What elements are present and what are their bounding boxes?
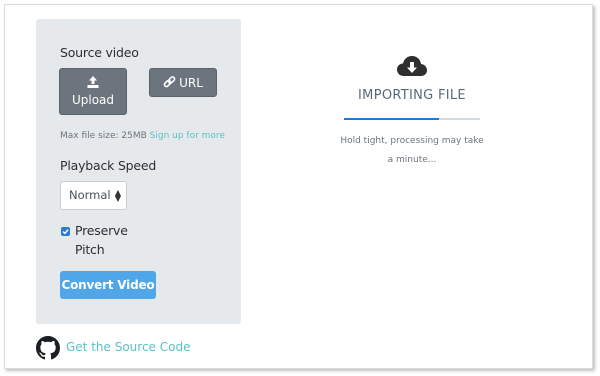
preserve-pitch-label-line2: Pitch <box>75 242 105 257</box>
upload-label: Upload <box>71 93 115 107</box>
cloud-download-icon <box>397 56 427 76</box>
processing-message-line2: a minute... <box>387 155 437 165</box>
max-file-size-note: Max file size: 25MB Sign up for more <box>60 131 225 141</box>
playback-speed-heading: Playback Speed <box>60 158 157 173</box>
github-icon[interactable] <box>36 336 60 360</box>
import-progress-fill <box>344 118 440 120</box>
select-caret-icon: ▲ ▼ <box>114 188 121 203</box>
preserve-pitch-checkbox[interactable] <box>61 227 70 236</box>
processing-message-line1: Hold tight, processing may take <box>340 136 484 146</box>
processing-message: Hold tight, processing may take a minute… <box>330 132 494 170</box>
source-video-heading: Source video <box>60 45 139 60</box>
link-icon <box>163 76 176 88</box>
source-code-link[interactable]: Get the Source Code <box>66 340 190 354</box>
max-file-size-text: Max file size: 25MB <box>60 131 147 141</box>
sign-up-link[interactable]: Sign up for more <box>150 131 225 141</box>
import-progress-bar <box>344 118 480 120</box>
convert-video-button[interactable]: Convert Video <box>60 271 156 299</box>
url-label: URL <box>179 75 203 90</box>
playback-speed-select[interactable]: Normal ▲ ▼ <box>60 181 127 210</box>
upload-icon <box>87 76 99 88</box>
upload-button[interactable]: Upload <box>59 68 127 115</box>
checkmark-icon <box>62 229 69 235</box>
convert-video-label: Convert Video <box>61 278 155 292</box>
importing-file-title: IMPORTING FILE <box>358 88 466 103</box>
url-button[interactable]: URL <box>149 68 217 97</box>
preserve-pitch-label-line1: Preserve <box>75 223 128 238</box>
playback-speed-value: Normal <box>69 188 111 202</box>
